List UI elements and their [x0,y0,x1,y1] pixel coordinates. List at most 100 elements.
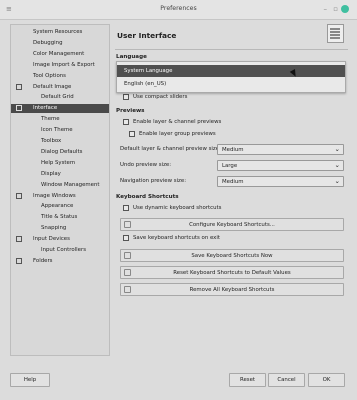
tree-item[interactable]: Toolbox [11,137,109,146]
expander-icon[interactable] [16,105,22,112]
save-shortcuts-now-label: Save Keyboard Shortcuts Now [191,252,273,259]
tree-item-label: Default Image [33,83,72,90]
tree-item[interactable]: Image Import & Export [11,61,109,70]
tree-item[interactable]: Input Devices [11,235,109,244]
preferences-category-tree[interactable]: System Resources Debugging Color Managemen… [10,24,110,356]
reset-shortcuts-button[interactable]: Reset Keyboard Shortcuts to Default Valu… [120,266,344,279]
tree-item-label: Interface [33,105,58,112]
window-titlebar[interactable]: ≡ Preferences – ▫ [0,0,357,20]
tree-item[interactable]: System Resources [11,28,109,37]
tree-item[interactable]: Help System [11,159,109,168]
reset-button[interactable]: Reset [229,373,266,387]
reset-button-label: Reset [239,377,256,383]
save-shortcuts-now-button[interactable]: Save Keyboard Shortcuts Now [120,249,344,262]
expander-icon[interactable] [16,236,22,243]
tree-item[interactable]: Display [11,170,109,179]
remove-all-shortcuts-button[interactable]: Remove All Keyboard Shortcuts [120,283,344,296]
tree-item[interactable]: Theme [11,115,109,124]
chevron-down-icon: ⌄ [334,161,340,169]
tree-item[interactable]: Input Controllers [11,246,109,255]
tree-item[interactable]: Default Grid [11,93,109,102]
language-option-label: English (en_US) [124,81,167,87]
tree-item-label: System Resources [33,29,83,35]
tree-item[interactable]: Title & Status [11,213,109,222]
chevron-down-icon: ⌄ [334,145,340,153]
tree-item-label: Folders [33,257,53,264]
default-preview-size-select[interactable]: Medium ⌄ [217,144,344,155]
layer-channel-previews-checkbox[interactable] [123,119,129,125]
layer-channel-previews-label: Enable layer & channel previews [133,119,222,125]
tree-item-label: Theme [41,116,60,123]
tree-item-label: Image Windows [33,192,76,199]
tree-item[interactable]: Snapping [11,224,109,233]
save-shortcuts-on-exit-checkbox[interactable] [123,235,129,241]
tree-item[interactable]: Debugging [11,39,109,48]
expander-icon[interactable] [16,83,22,90]
tree-item[interactable]: Default Image [11,83,109,92]
tree-item-label: Input Devices [33,236,70,243]
help-button[interactable]: Help [10,373,50,387]
tree-item-label: Dialog Defaults [41,148,83,155]
cancel-button[interactable]: Cancel [268,373,305,387]
tree-item[interactable]: Dialog Defaults [11,148,109,157]
tree-item[interactable]: Tool Options [11,72,109,81]
tree-item[interactable]: Icon Theme [11,126,109,135]
maximize-icon[interactable]: ▫ [333,5,338,13]
ok-button-label: OK [322,377,331,383]
minimize-icon[interactable]: – [324,5,328,13]
chevron-down-icon: ⌄ [334,177,340,185]
tree-item-label: Window Management [41,181,100,188]
cancel-button-label: Cancel [277,377,296,383]
tree-item[interactable]: Window Management [11,181,109,190]
tree-item-label: Appearance [41,203,74,210]
keyboard-shortcuts-section-title: Keyboard Shortcuts [116,194,179,200]
navigation-preview-size-label: Navigation preview size: [120,178,187,184]
expander-icon[interactable] [16,257,22,264]
language-dropdown-list[interactable]: System Language English (en_US) [116,61,346,93]
undo-preview-size-value: Large [222,162,238,169]
navigation-preview-size-select[interactable]: Medium ⌄ [217,176,344,187]
default-preview-size-label: Default layer & channel preview size: [120,146,221,152]
tree-item-label: Icon Theme [41,127,73,134]
page-header: User Interface [115,24,348,48]
tree-item[interactable]: Folders [11,257,109,266]
tree-item-label: Input Controllers [41,247,86,253]
close-icon[interactable] [341,5,349,13]
tree-item-label: Debugging [33,39,63,46]
undo-preview-size-label: Undo preview size: [120,162,172,168]
compact-sliders-checkbox[interactable] [123,94,129,100]
dynamic-shortcuts-label: Use dynamic keyboard shortcuts [133,205,222,211]
tree-item[interactable]: Appearance [11,202,109,211]
tree-item-label: Image Import & Export [33,61,95,68]
tree-item-label: Title & Status [41,214,78,221]
layer-group-previews-label: Enable layer group previews [139,131,216,137]
language-option[interactable]: English (en_US) [117,78,345,90]
tree-item[interactable]: Interface [11,104,109,114]
tree-item[interactable]: Image Windows [11,192,109,201]
compact-sliders-label: Use compact sliders [133,94,188,100]
tree-item[interactable]: Color Management [11,50,109,59]
language-section-title: Language [116,54,147,60]
interface-icon [327,24,344,43]
tree-item-label: Snapping [41,225,67,232]
tree-item-label: Display [41,170,61,177]
layer-group-previews-checkbox[interactable] [129,131,135,137]
default-preview-size-value: Medium [222,146,244,153]
ok-button[interactable]: OK [308,373,345,387]
expander-icon[interactable] [16,192,22,199]
dynamic-shortcuts-checkbox[interactable] [123,205,129,211]
tree-item-label: Help System [41,159,76,166]
language-option[interactable]: System Language [117,65,345,77]
navigation-preview-size-value: Medium [222,178,244,185]
configure-shortcuts-button[interactable]: Configure Keyboard Shortcuts... [120,218,344,231]
tree-item-label: Default Grid [41,94,74,101]
tree-item-label: Toolbox [41,138,62,144]
undo-preview-size-select[interactable]: Large ⌄ [217,160,344,171]
reset-shortcuts-label: Reset Keyboard Shortcuts to Default Valu… [173,269,291,276]
tree-item-label: Tool Options [33,72,66,79]
page-title: User Interface [117,31,177,40]
save-shortcuts-on-exit-label: Save keyboard shortcuts on exit [133,235,220,241]
previews-section-title: Previews [116,108,145,114]
help-button-label: Help [23,377,37,383]
window-title: Preferences [160,5,197,12]
